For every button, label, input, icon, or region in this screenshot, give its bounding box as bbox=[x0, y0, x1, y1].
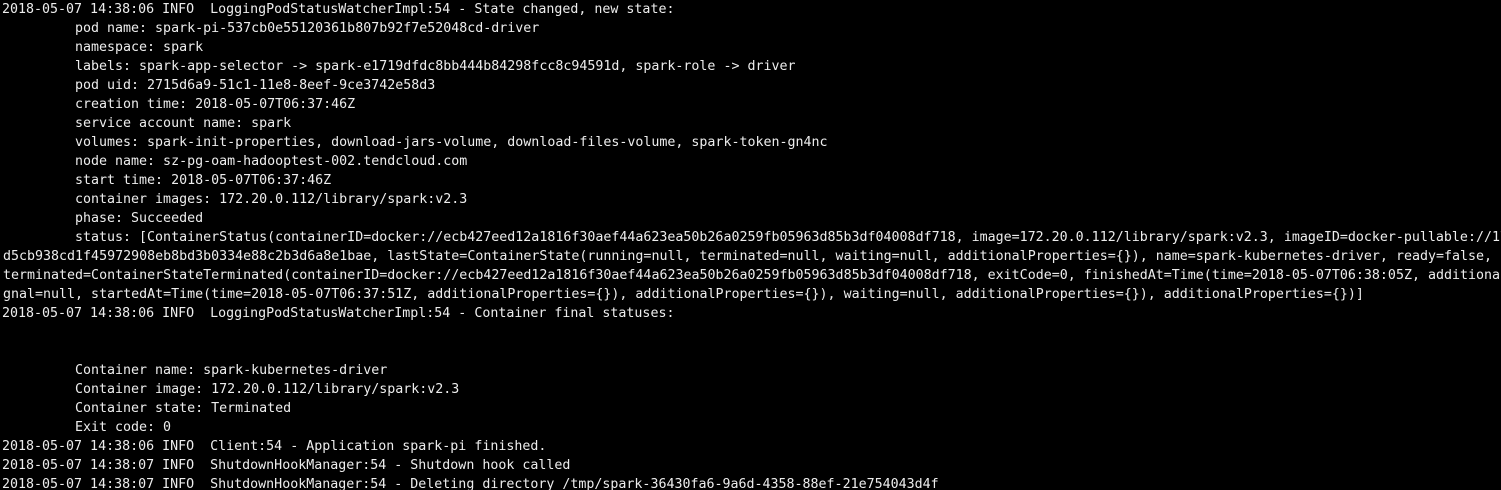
log-line: Exit code: 0 bbox=[75, 420, 172, 435]
log-line: pod uid: 2715d6a9-51c1-11e8-8eef-9ce3742… bbox=[75, 78, 436, 93]
log-line: terminated=ContainerStateTerminated(cont… bbox=[3, 268, 1501, 283]
log-line: 2018-05-07 14:38:07 INFO ShutdownHookMan… bbox=[2, 458, 571, 473]
log-line: phase: Succeeded bbox=[75, 211, 204, 226]
log-line: d5cb938cd1f45972908eb8bd3b0334e88c2b3d6a… bbox=[3, 249, 1501, 264]
log-line: labels: spark-app-selector -> spark-e171… bbox=[75, 59, 796, 74]
log-line: 2018-05-07 14:38:06 INFO LoggingPodStatu… bbox=[2, 306, 675, 321]
terminal-window[interactable]: 2018-05-07 14:38:06 INFO LoggingPodStatu… bbox=[0, 0, 1501, 490]
log-line: creation time: 2018-05-07T06:37:46Z bbox=[75, 97, 356, 112]
log-line: start time: 2018-05-07T06:37:46Z bbox=[75, 173, 332, 188]
log-line: Container name: spark-kubernetes-driver bbox=[75, 363, 388, 378]
log-line: pod name: spark-pi-537cb0e55120361b807b9… bbox=[75, 21, 540, 36]
log-line: node name: sz-pg-oam-hadooptest-002.tend… bbox=[75, 154, 468, 169]
log-line: Container image: 172.20.0.112/library/sp… bbox=[75, 382, 460, 397]
log-line: 2018-05-07 14:38:06 INFO Client:54 - App… bbox=[2, 439, 547, 454]
log-line: container images: 172.20.0.112/library/s… bbox=[75, 192, 468, 207]
log-line: volumes: spark-init-properties, download… bbox=[75, 135, 828, 150]
log-line: 2018-05-07 14:38:07 INFO ShutdownHookMan… bbox=[2, 477, 939, 490]
log-line: 2018-05-07 14:38:06 INFO LoggingPodStatu… bbox=[2, 2, 675, 17]
log-line: status: [ContainerStatus(containerID=doc… bbox=[75, 230, 1501, 245]
log-line: gnal=null, startedAt=Time(time=2018-05-0… bbox=[3, 287, 1364, 302]
log-line: Container state: Terminated bbox=[75, 401, 292, 416]
log-line: service account name: spark bbox=[75, 116, 292, 131]
log-line: namespace: spark bbox=[75, 40, 204, 55]
